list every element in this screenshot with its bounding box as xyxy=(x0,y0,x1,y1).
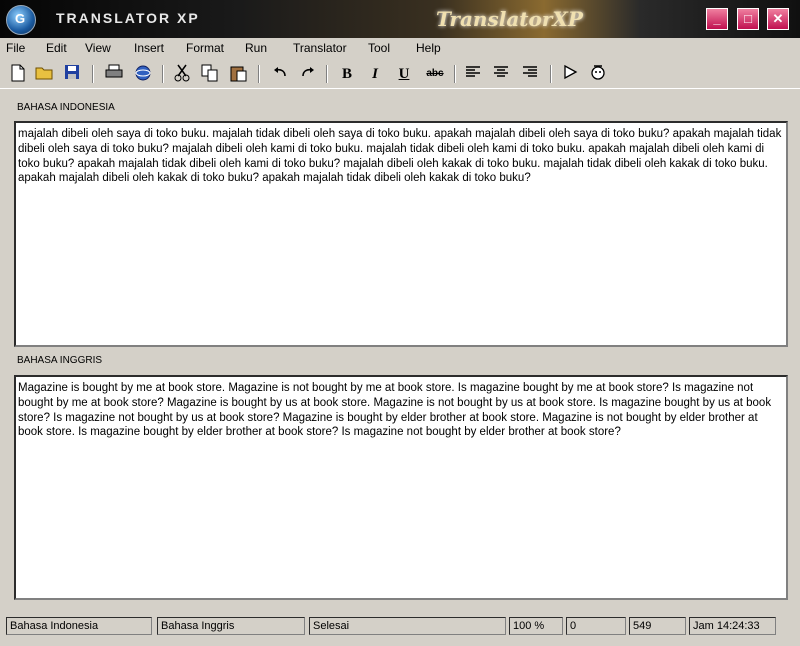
menu-run[interactable]: Run xyxy=(245,41,267,55)
target-text-area[interactable]: Magazine is bought by me at book store. … xyxy=(14,375,788,600)
run-icon[interactable] xyxy=(560,64,580,84)
toolbar-separator xyxy=(258,65,260,83)
copy-icon[interactable] xyxy=(200,64,220,84)
open-folder-icon[interactable] xyxy=(34,64,54,84)
menu-edit[interactable]: Edit xyxy=(46,41,67,55)
source-language-label: BAHASA INDONESIA xyxy=(17,102,115,113)
align-center-icon[interactable] xyxy=(491,64,511,84)
status-position: 0 xyxy=(566,617,626,635)
translate-icon[interactable] xyxy=(588,64,608,84)
undo-icon[interactable] xyxy=(270,64,290,84)
underline-icon[interactable]: U xyxy=(394,64,414,84)
align-left-icon[interactable] xyxy=(463,64,483,84)
strikethrough-icon[interactable]: abc xyxy=(423,64,447,84)
status-clock: Jam 14:24:33 xyxy=(689,617,776,635)
paste-icon[interactable] xyxy=(229,64,249,84)
save-icon[interactable] xyxy=(62,64,82,84)
status-bar: Bahasa Indonesia Bahasa Inggris Selesai … xyxy=(6,615,796,637)
toolbar-separator xyxy=(162,65,164,83)
title-bar[interactable]: G TRANSLATOR XP TranslatorXP _ □ ✕ xyxy=(0,0,800,38)
app-logo: G xyxy=(6,5,36,35)
minimize-button[interactable]: _ xyxy=(706,8,728,30)
italic-icon[interactable]: I xyxy=(365,64,385,84)
brand-logo-text: TranslatorXP xyxy=(436,7,583,31)
toolbar-separator xyxy=(454,65,456,83)
app-logo-letter: G xyxy=(15,11,26,26)
menu-tool[interactable]: Tool xyxy=(368,41,390,55)
toolbar-separator xyxy=(550,65,552,83)
source-text-area[interactable]: majalah dibeli oleh saya di toko buku. m… xyxy=(14,121,788,347)
menu-file[interactable]: File xyxy=(6,41,25,55)
redo-icon[interactable] xyxy=(298,64,318,84)
menu-help[interactable]: Help xyxy=(416,41,441,55)
close-button[interactable]: ✕ xyxy=(767,8,789,30)
menu-format[interactable]: Format xyxy=(186,41,224,55)
window-title: TRANSLATOR XP xyxy=(56,10,200,26)
toolbar-separator xyxy=(92,65,94,83)
print-icon[interactable] xyxy=(104,64,124,84)
cut-icon[interactable] xyxy=(172,64,192,84)
status-target-language: Bahasa Inggris xyxy=(157,617,305,635)
toolbar: B I U abc xyxy=(0,60,800,89)
status-zoom: 100 % xyxy=(509,617,563,635)
align-right-icon[interactable] xyxy=(520,64,540,84)
globe-icon[interactable] xyxy=(133,64,153,84)
menu-view[interactable]: View xyxy=(85,41,111,55)
menu-translator[interactable]: Translator xyxy=(293,41,347,55)
status-state: Selesai xyxy=(309,617,506,635)
bold-icon[interactable]: B xyxy=(337,64,357,84)
target-language-label: BAHASA INGGRIS xyxy=(17,355,103,366)
status-char-count: 549 xyxy=(629,617,686,635)
menu-bar: File Edit View Insert Format Run Transla… xyxy=(0,39,800,59)
toolbar-separator xyxy=(326,65,328,83)
maximize-button[interactable]: □ xyxy=(737,8,759,30)
status-source-language: Bahasa Indonesia xyxy=(6,617,152,635)
menu-insert[interactable]: Insert xyxy=(134,41,164,55)
new-icon[interactable] xyxy=(8,64,28,84)
